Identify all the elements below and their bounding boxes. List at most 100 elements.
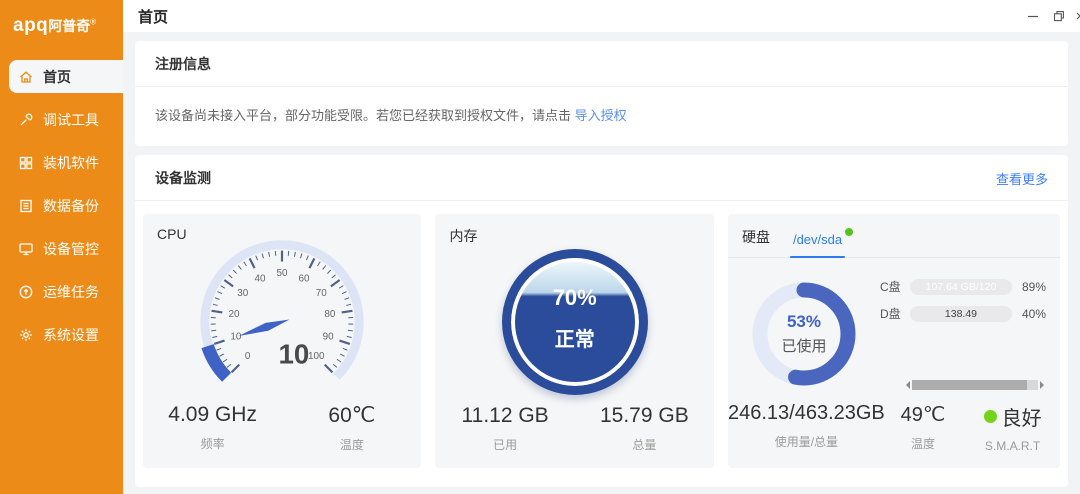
- disk-usage-stat-label: 使用量/总量: [728, 433, 885, 450]
- disk-card: 硬盘 /dev/sda 53% 已使用: [728, 214, 1060, 468]
- disk-usage-stat: 246.13/463.23GB 使用量/总量: [728, 402, 885, 453]
- content-area: 注册信息 该设备尚未接入平台，部分功能受限。若您已经获取到授权文件，请点击 导入…: [123, 32, 1080, 494]
- sidebar-item-device-control[interactable]: 设备管控: [9, 232, 123, 265]
- page-title: 首页: [138, 6, 168, 27]
- registration-header: 注册信息: [135, 41, 1068, 87]
- registration-text: 该设备尚未接入平台，部分功能受限。若您已经获取到授权文件，请点击: [155, 108, 571, 123]
- scroll-right-arrow-icon[interactable]: [1040, 381, 1048, 389]
- sidebar-item-label: 调试工具: [43, 110, 99, 130]
- sidebar-item-debug-tools[interactable]: 调试工具: [9, 103, 123, 136]
- disk-tab-dev-sda[interactable]: /dev/sda: [790, 232, 845, 257]
- svg-text:70: 70: [316, 288, 328, 299]
- minimize-button[interactable]: [1020, 0, 1046, 32]
- partition-c-bar: 107.64 GB/120: [910, 279, 1012, 295]
- cpu-temperature-label: 温度: [282, 436, 421, 453]
- sidebar-item-label: 设备管控: [43, 239, 99, 259]
- sidebar-item-system-settings[interactable]: 系统设置: [9, 318, 123, 351]
- partition-c-name: C盘: [880, 278, 910, 295]
- partition-row-c: C盘 107.64 GB/120 89%: [880, 278, 1046, 295]
- app-logo: apq阿普奇®: [0, 0, 123, 47]
- disk-temperature-label: 温度: [885, 435, 961, 452]
- cpu-frequency-label: 频率: [143, 435, 282, 452]
- disk-horizontal-scrollbar[interactable]: [902, 379, 1048, 390]
- svg-text:90: 90: [323, 332, 335, 343]
- partition-d-bar: 138.49: [910, 306, 1012, 322]
- disk-temperature-value: 49℃: [885, 402, 961, 427]
- disk-usage-percent: 53%: [787, 312, 821, 332]
- cpu-stats: 4.09 GHz 频率 60℃ 温度: [143, 403, 421, 453]
- monitor-title: 设备监测: [155, 168, 211, 188]
- logo-text-cn: 阿普奇: [48, 18, 90, 34]
- disk-temperature-stat: 49℃ 温度: [885, 402, 961, 453]
- monitor-header: 设备监测 查看更多: [135, 155, 1068, 201]
- disk-donut-center: 53% 已使用: [742, 272, 866, 396]
- cpu-frequency-value: 4.09 GHz: [143, 403, 282, 427]
- partition-d-percent: 40%: [1022, 307, 1046, 321]
- svg-text:10: 10: [279, 339, 310, 370]
- disk-smart-label: S.M.A.R.T: [961, 439, 1064, 453]
- disk-smart-stat: 良好 S.M.A.R.T: [961, 402, 1064, 453]
- device-monitor-panel: 设备监测 查看更多 CPU 010203040506070809010010 4…: [135, 155, 1068, 487]
- backup-icon: [18, 198, 34, 214]
- sidebar-item-home[interactable]: 首页: [9, 60, 123, 93]
- partition-d-bar-text: 138.49: [910, 306, 1012, 322]
- monitor-icon: [18, 241, 34, 257]
- disk-header: 硬盘 /dev/sda: [728, 214, 1060, 258]
- minimize-icon: [1027, 10, 1039, 22]
- restore-icon: [1053, 10, 1065, 22]
- scrollbar-track[interactable]: [912, 380, 1038, 390]
- cpu-card-title: CPU: [157, 226, 187, 242]
- svg-text:0: 0: [245, 351, 251, 362]
- disk-body: 53% 已使用 C盘 107.64 GB/120: [728, 258, 1060, 396]
- disk-tab-label: /dev/sda: [793, 232, 842, 247]
- smart-status-dot: [984, 410, 997, 423]
- restore-button[interactable]: [1046, 0, 1072, 32]
- svg-text:60: 60: [299, 273, 311, 284]
- logo-registered-mark: ®: [90, 18, 96, 27]
- sidebar-item-install-software[interactable]: 装机软件: [9, 146, 123, 179]
- titlebar: 首页 ×: [123, 0, 1080, 32]
- registration-body: 该设备尚未接入平台，部分功能受限。若您已经获取到授权文件，请点击 导入授权: [135, 87, 1068, 146]
- registration-panel: 注册信息 该设备尚未接入平台，部分功能受限。若您已经获取到授权文件，请点击 导入…: [135, 41, 1068, 146]
- cpu-card: CPU 010203040506070809010010 4.09 GHz 频率…: [143, 214, 421, 468]
- svg-text:100: 100: [308, 351, 325, 362]
- disk-stats: 246.13/463.23GB 使用量/总量 49℃ 温度 良好: [728, 402, 1060, 453]
- gear-icon: [18, 327, 34, 343]
- memory-liquid-gauge: 70% 正常: [502, 249, 648, 395]
- import-license-link[interactable]: 导入授权: [575, 108, 627, 123]
- sidebar-item-label: 数据备份: [43, 196, 99, 216]
- memory-stats: 11.12 GB 已用 15.79 GB 总量: [435, 404, 713, 453]
- registration-title: 注册信息: [155, 54, 211, 74]
- window-controls: ×: [1020, 0, 1080, 32]
- disk-card-title: 硬盘: [742, 227, 770, 257]
- cpu-frequency-stat: 4.09 GHz 频率: [143, 403, 282, 453]
- memory-card: 内存 70% 正常 11.12 GB 已用 15.79 GB: [435, 214, 713, 468]
- memory-percent: 70%: [553, 285, 597, 311]
- main-area: 首页 × 注册信息 该设备尚未接入平台，部分功能受限。若您已经获取到授权文件，请…: [123, 0, 1080, 494]
- close-button[interactable]: ×: [1072, 0, 1080, 32]
- scrollbar-thumb[interactable]: [912, 380, 1027, 390]
- sidebar-item-ops-tasks[interactable]: 运维任务: [9, 275, 123, 308]
- svg-text:10: 10: [231, 332, 243, 343]
- memory-liquid-labels: 70% 正常: [511, 258, 639, 386]
- scroll-left-arrow-icon[interactable]: [902, 381, 910, 389]
- disk-smart-value: 良好: [1002, 402, 1042, 431]
- monitor-cards: CPU 010203040506070809010010 4.09 GHz 频率…: [135, 201, 1068, 487]
- partition-row-d: D盘 138.49 40%: [880, 305, 1046, 322]
- sidebar-item-label: 系统设置: [43, 325, 99, 345]
- logo-text-en: apq: [13, 15, 48, 36]
- home-icon: [18, 69, 34, 85]
- disk-tab-status-dot: [845, 228, 853, 236]
- sidebar-item-label: 运维任务: [43, 282, 99, 302]
- wrench-icon: [18, 112, 34, 128]
- sidebar: apq阿普奇® 首页 调试工具 装机软件 数据备份: [0, 0, 123, 494]
- grid-icon: [18, 155, 34, 171]
- partition-c-percent: 89%: [1022, 280, 1046, 294]
- memory-card-title: 内存: [449, 226, 477, 246]
- memory-used-stat: 11.12 GB 已用: [435, 404, 574, 453]
- svg-text:80: 80: [325, 309, 337, 320]
- sidebar-nav: 首页 调试工具 装机软件 数据备份 设备管控: [0, 55, 123, 361]
- sidebar-item-data-backup[interactable]: 数据备份: [9, 189, 123, 222]
- view-more-link[interactable]: 查看更多: [996, 169, 1048, 188]
- memory-total-label: 总量: [575, 436, 714, 453]
